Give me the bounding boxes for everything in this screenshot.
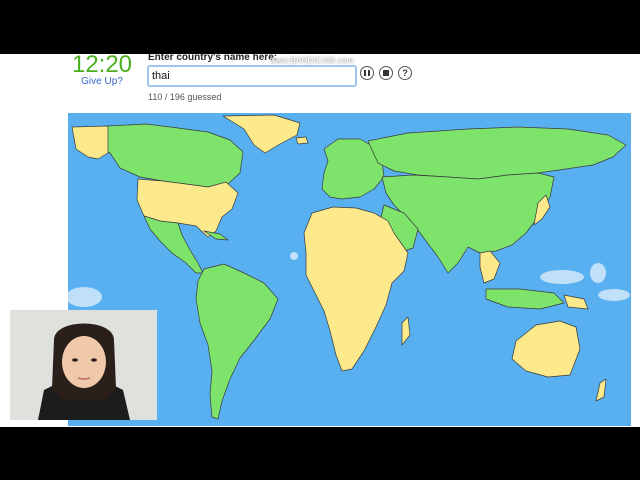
pause-icon [364,70,370,76]
webcam-person-figure [10,310,157,420]
stop-button[interactable] [379,66,393,80]
letterbox-bottom [0,427,640,480]
map-iceland [295,136,309,145]
help-icon: ? [402,68,408,78]
recorder-watermark: www.BANDICAM.com [270,56,354,65]
pause-button[interactable] [360,66,374,80]
country-answer-input[interactable] [147,65,357,87]
stop-icon [383,70,389,76]
quiz-panel: 12:20 Give Up? Enter country's name here… [0,54,640,427]
guess-progress: 110 / 196 guessed [148,92,222,102]
countdown-timer: 12:20 [71,54,133,78]
give-up-link[interactable]: Give Up? [70,76,134,87]
help-button[interactable]: ? [398,66,412,80]
webcam-overlay [10,310,157,420]
answer-prompt-label: Enter country's name here: [148,54,278,63]
letterbox-top [0,0,640,54]
